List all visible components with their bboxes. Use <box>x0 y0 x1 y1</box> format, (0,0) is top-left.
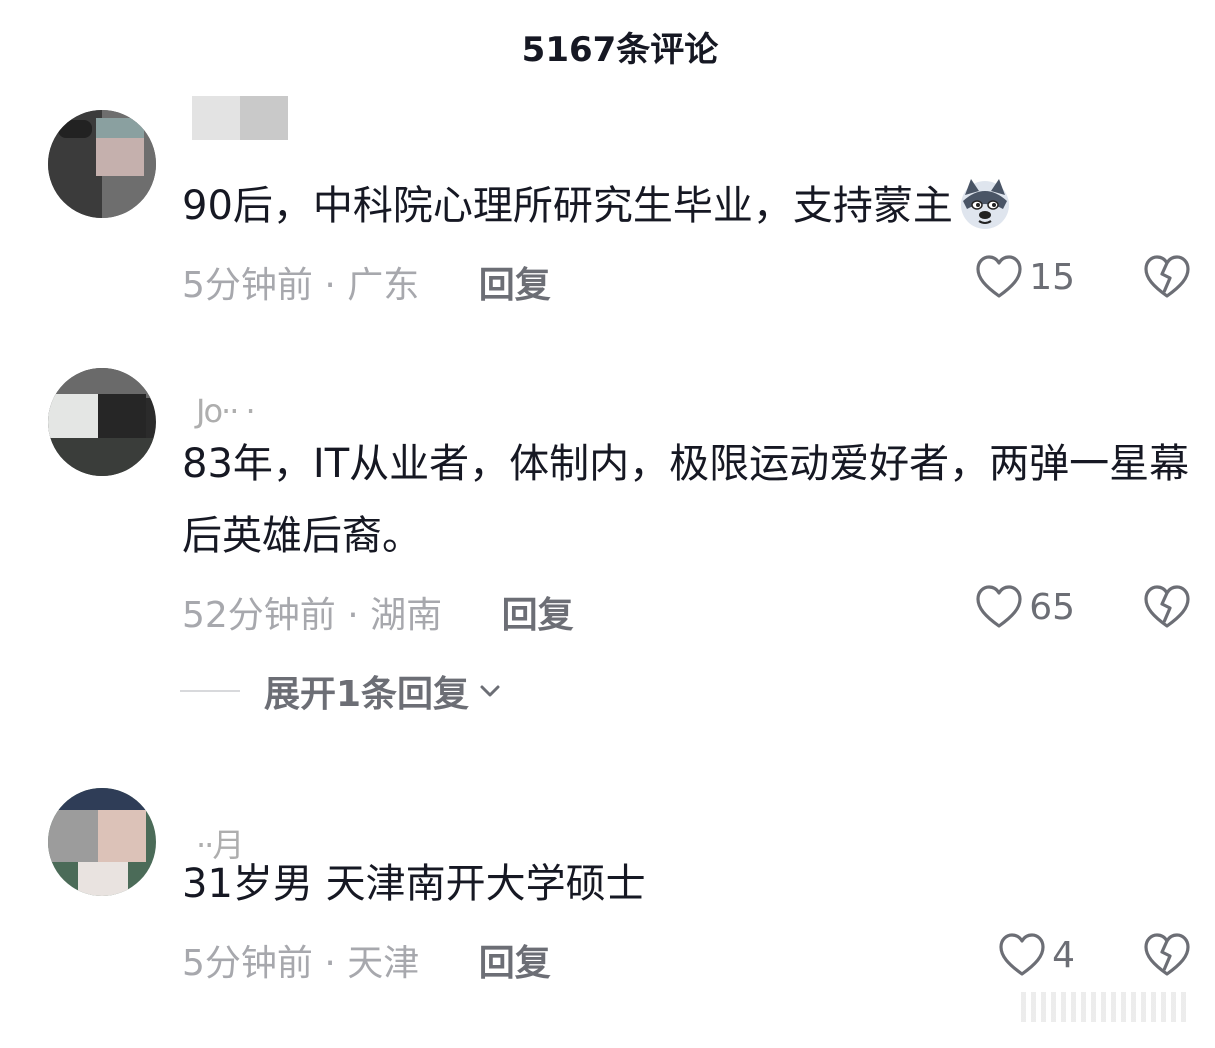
heart-icon <box>976 585 1022 628</box>
comment-text-content: 90后，中科院心理所研究生毕业，支持蒙主 <box>182 183 953 229</box>
comment-text: 90后，中科院心理所研究生毕业，支持蒙主 <box>182 170 1197 242</box>
divider <box>180 690 240 692</box>
like-count: 4 <box>1052 934 1075 976</box>
expand-replies-label: 展开1条回复 <box>264 674 470 715</box>
comment-text: 83年，IT从业者，体制内，极限运动爱好者，两弹一星幕后英雄后裔。 <box>182 428 1197 572</box>
heart-icon <box>999 933 1045 976</box>
expand-replies-button[interactable]: 展开1条回复 <box>180 665 505 717</box>
dislike-icon[interactable] <box>1143 932 1191 978</box>
username[interactable] <box>182 96 302 146</box>
comment-text: 31岁男 天津南开大学硕士 <box>182 848 1197 920</box>
avatar[interactable] <box>48 110 156 218</box>
username[interactable]: Jo·· · <box>182 372 302 430</box>
like-count: 65 <box>1029 586 1075 628</box>
avatar[interactable] <box>48 368 156 476</box>
watermark <box>1021 992 1191 1022</box>
reply-button[interactable]: 回复 <box>479 943 551 984</box>
wolf-emoji-icon <box>960 179 1009 229</box>
comment-meta: 5分钟前 · 天津 回复 <box>182 934 551 986</box>
reply-button[interactable]: 回复 <box>502 595 574 636</box>
comment-text-content: 83年，IT从业者，体制内，极限运动爱好者，两弹一星幕后英雄后裔。 <box>182 441 1190 559</box>
chevron-down-icon <box>480 685 500 697</box>
comment-meta: 52分钟前 · 湖南 回复 <box>182 586 574 638</box>
comment-meta: 5分钟前 · 广东 回复 <box>182 256 551 308</box>
time-location: 5分钟前 · 广东 <box>182 265 420 306</box>
like-button[interactable]: 15 <box>975 254 1075 300</box>
time-location: 5分钟前 · 天津 <box>182 943 420 984</box>
like-button[interactable]: 65 <box>975 584 1075 630</box>
comment-text-content: 31岁男 天津南开大学硕士 <box>182 861 646 907</box>
avatar[interactable] <box>48 788 156 896</box>
like-count: 15 <box>1029 256 1075 298</box>
like-button[interactable]: 4 <box>998 932 1075 978</box>
page-title: 5167条评论 <box>521 30 719 70</box>
dislike-icon[interactable] <box>1143 584 1191 630</box>
dislike-icon[interactable] <box>1143 254 1191 300</box>
heart-icon <box>976 255 1022 298</box>
username[interactable]: ··月 <box>182 800 302 864</box>
time-location: 52分钟前 · 湖南 <box>182 595 443 636</box>
reply-button[interactable]: 回复 <box>479 265 551 306</box>
